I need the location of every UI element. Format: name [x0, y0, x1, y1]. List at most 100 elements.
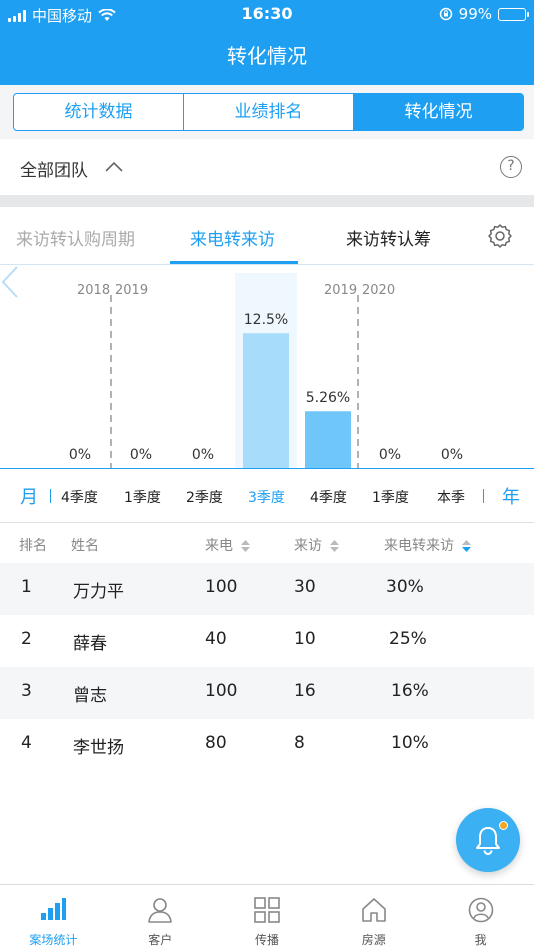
cell-visits: 10 [294, 629, 316, 649]
tab-share[interactable]: 传播 [214, 885, 321, 950]
period-item[interactable]: 4季度 [61, 487, 98, 507]
tab-stats[interactable]: 案场统计 [0, 885, 107, 950]
cell-calls: 100 [205, 681, 238, 701]
cell-rank: 2 [21, 629, 32, 649]
bottom-tab-bar: 案场统计 客户 传播 房源 我 [0, 884, 534, 950]
bar-value-label: 0% [378, 447, 402, 463]
column-header-calls-label: 来电 [205, 538, 233, 554]
profile-icon [468, 897, 493, 923]
cell-calls: 100 [205, 577, 238, 597]
battery-percent: 99% [458, 5, 492, 23]
bar-value-label: 5.26% [305, 390, 351, 407]
gear-icon[interactable] [486, 222, 514, 250]
rotation-lock-icon [439, 7, 452, 21]
period-separator [483, 489, 484, 503]
bar-value-label: 0% [440, 447, 464, 463]
cell-name: 李世扬 [73, 738, 124, 758]
cell-rate: 30% [386, 577, 424, 597]
segment-ranking[interactable]: 业绩排名 [184, 94, 354, 130]
help-icon[interactable]: ? [500, 156, 522, 178]
tab-visit-to-reserve[interactable]: 来访转认筹 [346, 225, 431, 250]
tab-label: 房源 [361, 933, 386, 947]
bar-value-label: 0% [191, 447, 215, 463]
chart-bar[interactable] [305, 411, 351, 468]
active-tab-indicator [170, 261, 298, 264]
tab-call-to-visit[interactable]: 来电转来访 [190, 225, 275, 250]
column-header-calls[interactable]: 来电 [205, 535, 251, 555]
notification-button[interactable] [456, 808, 520, 872]
tab-label: 客户 [148, 933, 173, 947]
cell-calls: 40 [205, 629, 227, 649]
battery-icon [498, 7, 529, 21]
cell-name: 曾志 [73, 686, 107, 706]
tab-label: 传播 [254, 933, 279, 947]
column-header-visits-label: 来访 [294, 538, 322, 554]
page-title: 转化情况 [227, 44, 307, 68]
bar-chart-icon [41, 898, 67, 920]
conversion-chart: 2018 2019 2019 2020 0% 0% 0% 12.5% 5.26% 0% 0% [0, 265, 534, 469]
cell-rank: 1 [21, 577, 32, 597]
chart-bar[interactable] [243, 333, 289, 468]
chevron-left-icon[interactable] [0, 265, 20, 299]
tab-label: 案场统计 [29, 933, 78, 947]
bar-value-label: 0% [129, 447, 153, 463]
cell-visits: 8 [294, 733, 305, 753]
cell-calls: 80 [205, 733, 227, 753]
period-item[interactable]: 4季度 [310, 487, 347, 507]
header-bar: 中国移动 16:30 99% 转化情况 [0, 0, 534, 85]
column-header-visits[interactable]: 来访 [294, 535, 340, 555]
cell-rank: 4 [21, 733, 32, 753]
table-header: 排名 姓名 来电 来访 来电转来访 [0, 523, 534, 563]
year-label: 2019 [324, 283, 358, 298]
segment-conversion[interactable]: 转化情况 [354, 94, 523, 130]
year-label: 2018 [77, 283, 111, 298]
sort-desc-icon [462, 540, 472, 552]
cell-rate: 10% [391, 733, 429, 753]
tab-visit-to-purchase[interactable]: 来访转认购周期 [16, 225, 135, 250]
year-label: 2020 [362, 283, 396, 298]
user-icon [148, 898, 172, 923]
table-row[interactable]: 1 万力平 100 30 30% [0, 563, 534, 615]
team-label: 全部团队 [20, 161, 88, 181]
grid-icon [254, 897, 280, 923]
column-header-rank: 排名 [19, 538, 47, 554]
period-item[interactable]: 2季度 [186, 487, 223, 507]
status-bar: 中国移动 16:30 99% [0, 0, 534, 28]
tab-visit-to-purchase-label: 来访转认购周期 [16, 230, 135, 250]
cell-name: 薛春 [73, 634, 107, 654]
period-selector: 月 4季度 1季度 2季度 3季度 4季度 1季度 本季 年 [0, 469, 534, 523]
bar-value-label: 12.5% [243, 312, 289, 329]
tab-me[interactable]: 我 [427, 885, 534, 950]
section-divider [0, 195, 534, 207]
cell-name: 万力平 [73, 582, 124, 602]
table-row[interactable]: 4 李世扬 80 8 10% [0, 719, 534, 771]
bell-icon [476, 827, 500, 855]
period-item[interactable]: 本季 [437, 487, 465, 507]
period-item[interactable]: 1季度 [372, 487, 409, 507]
period-item[interactable]: 1季度 [124, 487, 161, 507]
period-item-active[interactable]: 3季度 [248, 487, 285, 507]
period-unit-month[interactable]: 月 [20, 483, 38, 509]
bar-value-label: 0% [68, 447, 92, 463]
tab-listings[interactable]: 房源 [320, 885, 427, 950]
segment-area: 统计数据 业绩排名 转化情况 [0, 85, 534, 139]
chevron-up-icon [105, 161, 123, 172]
tab-label: 我 [474, 933, 487, 947]
cell-rank: 3 [21, 681, 32, 701]
notification-badge [499, 821, 508, 830]
cell-visits: 30 [294, 577, 316, 597]
period-separator [50, 489, 51, 503]
sort-icon [330, 540, 340, 552]
year-label: 2019 [115, 283, 149, 298]
tab-customers[interactable]: 客户 [107, 885, 214, 950]
period-unit-year[interactable]: 年 [502, 483, 520, 509]
cell-rate: 16% [391, 681, 429, 701]
table-row[interactable]: 2 薛春 40 10 25% [0, 615, 534, 667]
sort-icon [241, 540, 251, 552]
segment-statistics[interactable]: 统计数据 [14, 94, 184, 130]
team-selector[interactable]: 全部团队 ? [0, 139, 534, 195]
column-header-rate[interactable]: 来电转来访 [384, 535, 472, 555]
column-header-rate-label: 来电转来访 [384, 538, 454, 554]
sub-tabs: 来访转认购周期 来电转来访 来访转认筹 [0, 207, 534, 265]
table-row[interactable]: 3 曾志 100 16 16% [0, 667, 534, 719]
